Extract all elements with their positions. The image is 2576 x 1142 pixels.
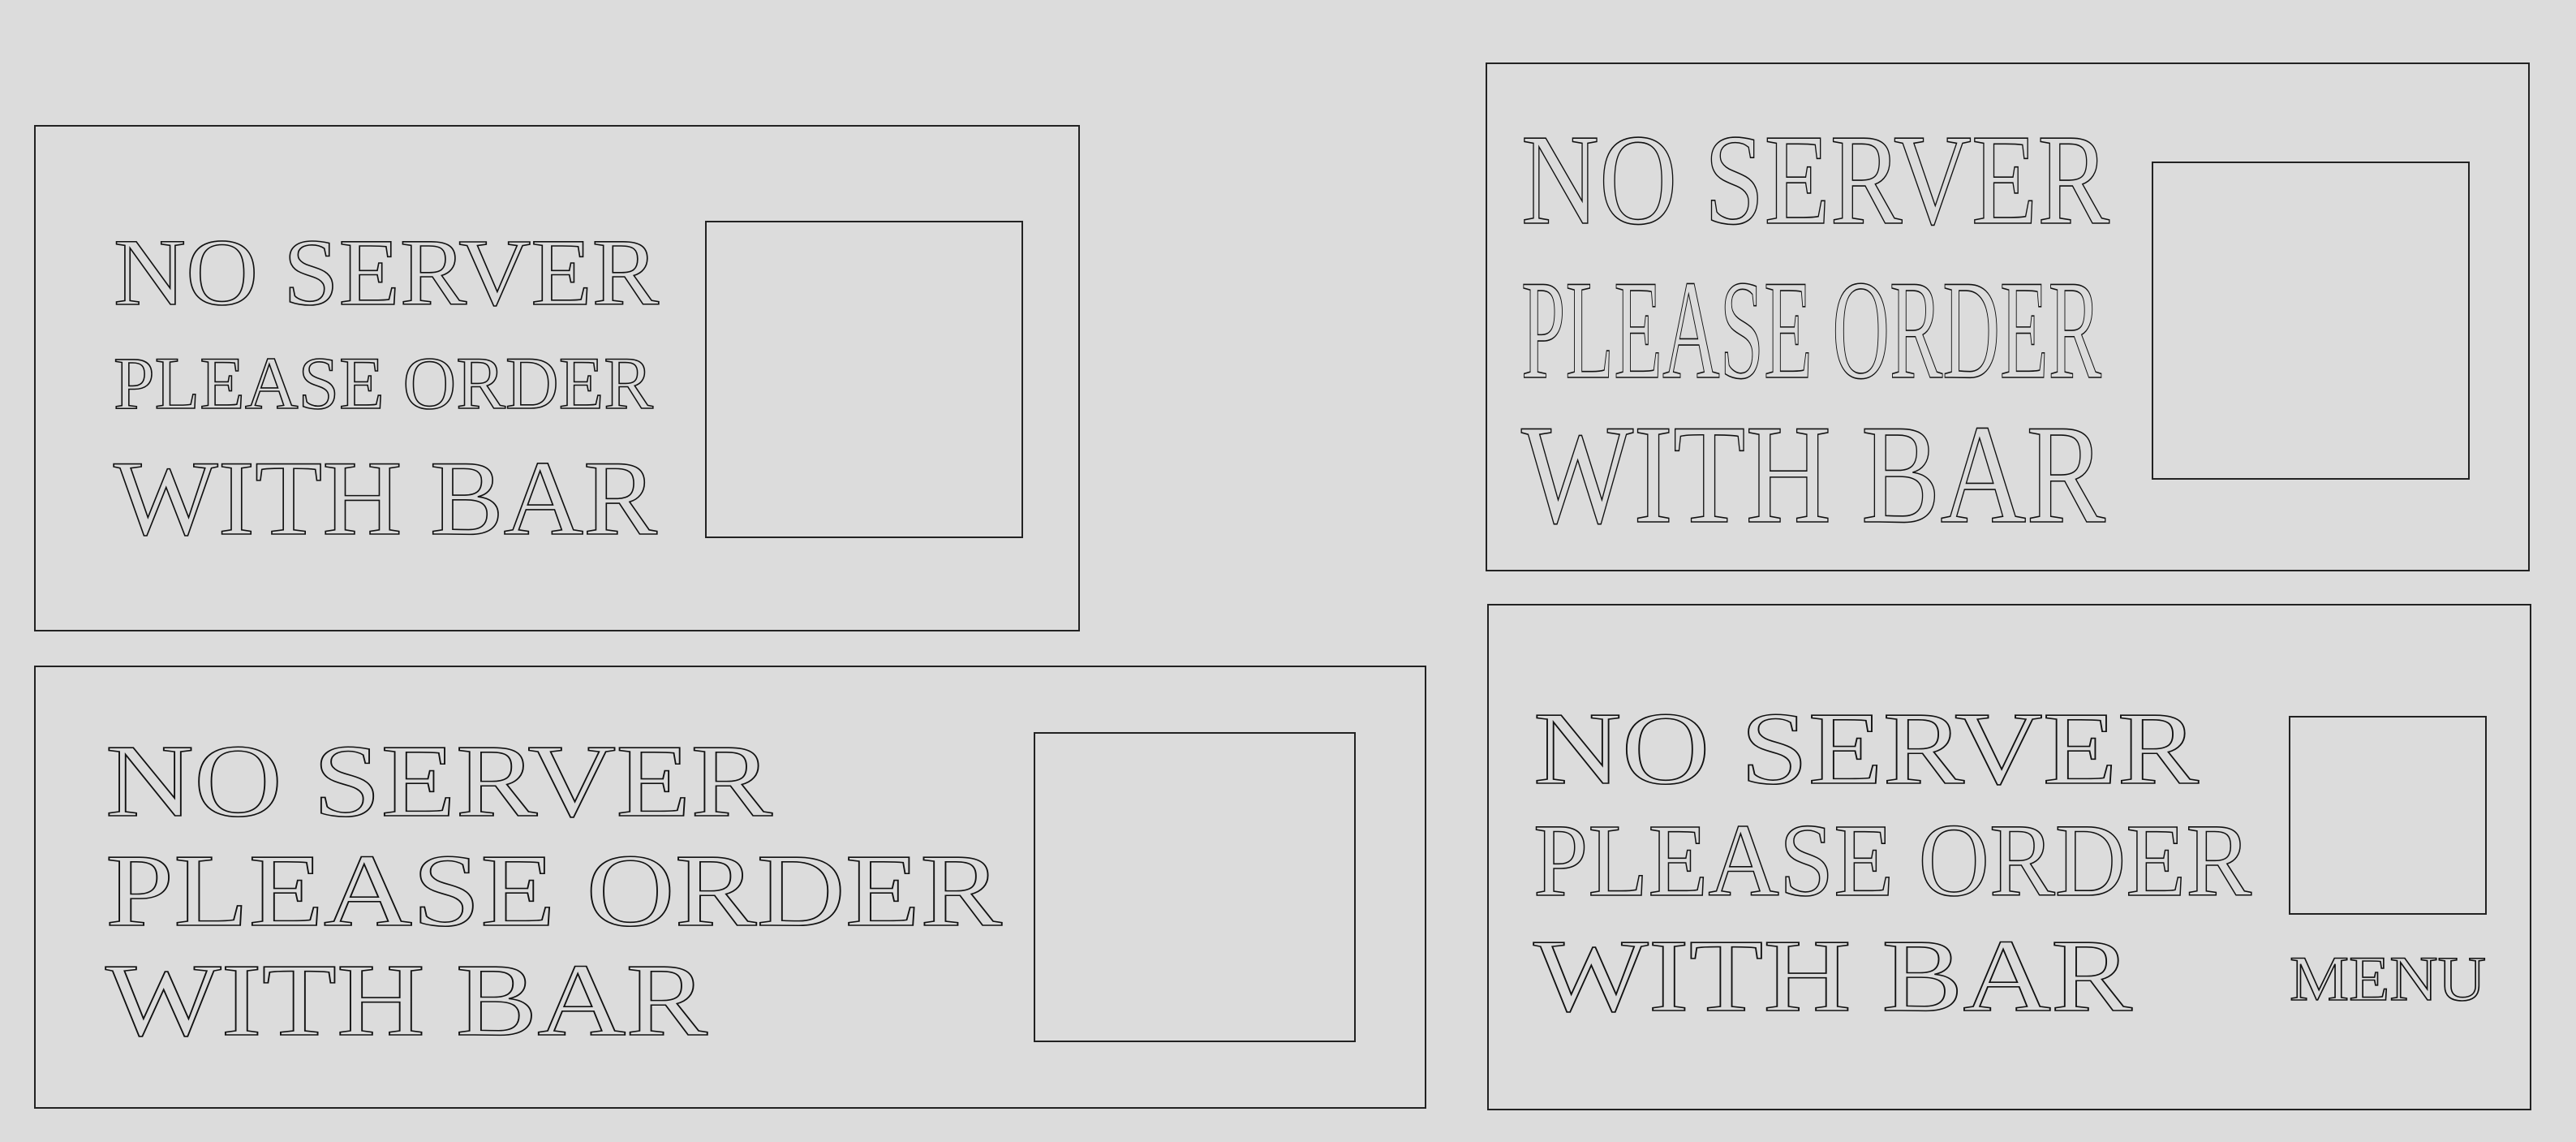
sign-line-with-bar: WITH BAR	[1521, 395, 2105, 553]
menu-label: MENU	[2290, 943, 2486, 1014]
qr-code-placeholder	[705, 221, 1023, 538]
sign-line-no-server: NO SERVER	[114, 219, 659, 325]
sign-line-with-bar: WITH BAR	[105, 942, 708, 1058]
sign-line-please-order: PLEASE ORDER	[1521, 251, 2101, 408]
sign-top-right: NO SERVER PLEASE ORDER WITH BAR	[1486, 62, 2530, 571]
sign-line-no-server: NO SERVER	[1521, 107, 2109, 252]
sign-top-left: NO SERVER PLEASE ORDER WITH BAR	[34, 125, 1080, 631]
sign-line-with-bar: WITH BAR	[114, 438, 657, 558]
qr-code-placeholder	[2289, 716, 2487, 915]
sign-bottom-right: NO SERVER PLEASE ORDER WITH BAR MENU	[1487, 604, 2531, 1110]
sign-line-please-order: PLEASE ORDER	[1533, 803, 2252, 918]
sign-line-no-server: NO SERVER	[105, 723, 773, 838]
sign-bottom-left: NO SERVER PLEASE ORDER WITH BAR	[34, 666, 1426, 1109]
sign-line-please-order: PLEASE ORDER	[114, 342, 654, 424]
qr-code-placeholder	[2152, 162, 2470, 480]
sign-line-with-bar: WITH BAR	[1533, 918, 2133, 1033]
sign-line-please-order: PLEASE ORDER	[105, 833, 1003, 948]
sign-layout-canvas: NO SERVER PLEASE ORDER WITH BAR NO SERVE…	[34, 62, 2531, 1110]
sign-line-no-server: NO SERVER	[1533, 691, 2200, 806]
qr-code-placeholder	[1034, 732, 1356, 1042]
